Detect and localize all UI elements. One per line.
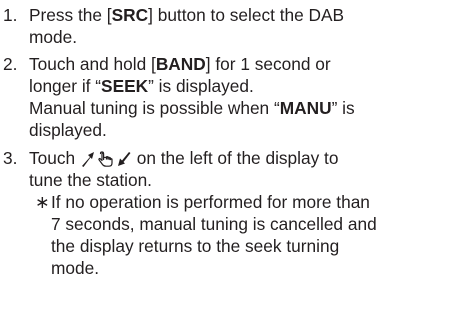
- step-line: Manual tuning is possible when “MANU” is: [29, 97, 461, 119]
- note: ∗ If no operation is performed for more …: [29, 191, 461, 279]
- arrow-up-icon: [80, 151, 95, 167]
- text-segment: Manual tuning is possible when “: [29, 98, 280, 118]
- step-line: tune the station.: [29, 170, 152, 190]
- hand-touch-icon: [98, 150, 115, 167]
- button-name-band: BAND: [155, 54, 206, 74]
- note-line: 7 seconds, manual tuning is cancelled an…: [51, 214, 377, 234]
- text-segment: ” is: [331, 98, 355, 118]
- display-text-manu: MANU: [279, 98, 332, 118]
- step-number: 3.: [3, 148, 18, 168]
- button-name-src: SRC: [111, 5, 149, 25]
- text-segment: longer if “: [29, 76, 102, 96]
- step-line: Touch on the left of the display to: [29, 147, 461, 169]
- step-body: Press the [SRC] button to select the DAB…: [29, 4, 461, 48]
- note-line: the display returns to the seek turning: [51, 236, 340, 256]
- note-marker: ∗: [35, 192, 50, 212]
- step-line: mode.: [29, 27, 78, 47]
- text-segment: Touch: [29, 148, 80, 168]
- step-body: Touch and hold [BAND] for 1 second or lo…: [29, 53, 461, 141]
- text-segment: ” is displayed.: [148, 76, 254, 96]
- text-segment: on the left of the display to: [131, 148, 339, 168]
- display-text-seek: SEEK: [101, 76, 149, 96]
- text-segment: Press the [: [29, 5, 112, 25]
- step-line: Press the [SRC] button to select the DAB: [29, 4, 461, 26]
- step-line: longer if “SEEK” is displayed.: [29, 75, 461, 97]
- step-body: Touch on the left of the display to tune…: [29, 147, 461, 279]
- note-line: If no operation is performed for more th…: [51, 192, 370, 212]
- text-segment: ] button to select the DAB: [148, 5, 345, 25]
- step-number: 1.: [3, 5, 18, 25]
- text-segment: Touch and hold [: [29, 54, 156, 74]
- instruction-document: 1. Press the [SRC] button to select the …: [0, 0, 463, 321]
- step-line: displayed.: [29, 120, 107, 140]
- step-number: 2.: [3, 54, 18, 74]
- text-segment: ] for 1 second or: [205, 54, 331, 74]
- note-line: mode.: [51, 258, 100, 278]
- arrow-down-icon: [117, 151, 132, 167]
- step-line: Touch and hold [BAND] for 1 second or: [29, 53, 461, 75]
